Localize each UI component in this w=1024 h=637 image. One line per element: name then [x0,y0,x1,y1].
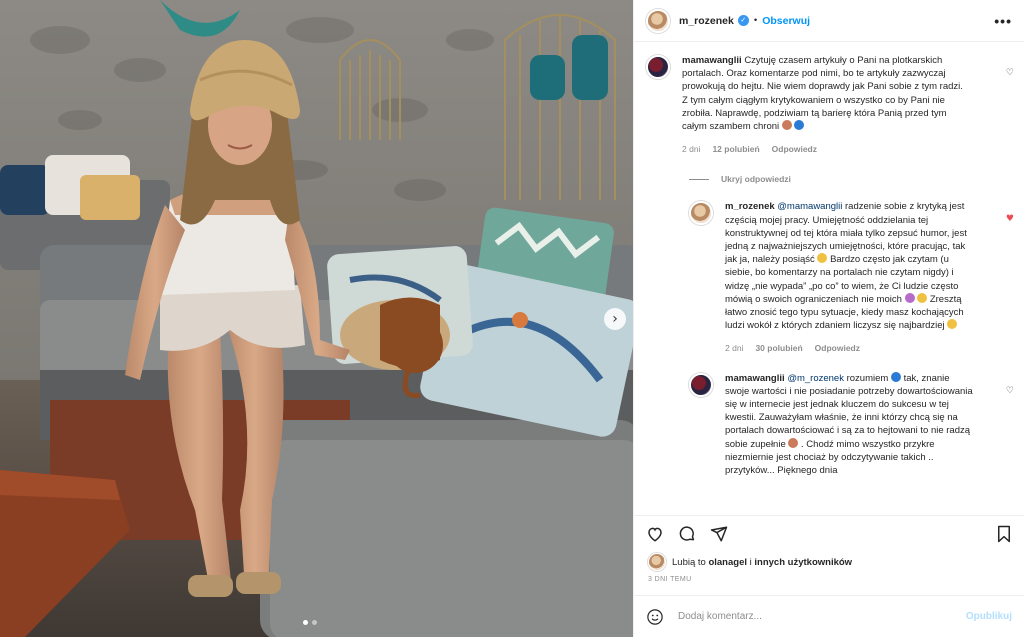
comment-body: mamawanglii Czytuję czasem artykuły o Pa… [682,54,968,156]
comment-mention[interactable]: @mamawanglii [777,201,842,212]
comment-username[interactable]: mamawanglii [725,373,785,384]
emoji-icon[interactable] [646,608,664,626]
likes-prefix: Lubią to [672,556,706,568]
reply-button[interactable]: Odpowiedz [815,342,860,355]
comment: mamawanglii Czytuję czasem artykuły o Pa… [634,54,1024,156]
comment-body: m_rozenek @mamawanglii radzenie sobie z … [725,200,975,355]
likes-line: Lubią to olanagel i innych użytkowników [634,551,1024,573]
carousel-dot [303,620,308,625]
heart-icon[interactable]: ♥ [1006,214,1014,224]
reply: mamawanglii @m_rozenek rozumiem tak, zna… [634,371,1024,478]
comment-username[interactable]: mamawanglii [682,55,742,66]
comment-icon[interactable] [678,525,696,543]
separator-dot: • [753,15,758,26]
hide-replies-button[interactable]: Ukryj odpowiedzi [689,174,1024,184]
commenter-avatar[interactable] [689,201,713,226]
comment-mention[interactable]: @m_rozenek [787,373,844,384]
emoji-icon [890,371,901,382]
emoji-icon [788,437,799,448]
author-avatar[interactable] [646,8,670,33]
comment-likes[interactable]: 30 polubień [755,342,802,355]
post-actions [634,515,1024,551]
share-icon[interactable] [710,525,728,543]
heart-icon[interactable]: ♡ [1006,68,1014,78]
liker-avatar[interactable] [648,553,666,571]
emoji-icon [947,319,958,330]
comments-list[interactable]: mamawanglii Czytuję czasem artykuły o Pa… [634,42,1024,515]
comment-text: rozumiem [846,372,889,384]
divider [689,178,709,180]
likes-mid: i [749,556,752,568]
emoji-icon [817,253,828,264]
commenter-avatar[interactable] [646,55,670,79]
comment-body: mamawanglii @m_rozenek rozumiem tak, zna… [725,371,975,478]
publish-button[interactable]: Opublikuj [966,611,1012,622]
emoji-icon [781,120,792,131]
comment-time[interactable]: 2 dni [725,342,743,355]
post-header: m_rozenek ✓ • Obserwuj ••• [634,0,1024,42]
comment-username[interactable]: m_rozenek [725,201,775,212]
instagram-post-view: › m_rozenek ✓ • Obserwuj ••• mamawanglii… [0,0,1024,637]
liker-username[interactable]: olanagel [708,557,747,568]
comment-input[interactable] [678,611,966,622]
emoji-icon [917,292,928,303]
bookmark-icon[interactable] [996,525,1012,543]
reply: m_rozenek @mamawanglii radzenie sobie z … [634,200,1024,355]
hide-replies-label: Ukryj odpowiedzi [721,174,791,185]
post-photo[interactable]: › [0,0,633,637]
comment-time[interactable]: 2 dni [682,143,700,156]
comment-meta: 2 dni 30 polubień Odpowiedz [725,342,975,355]
photo-scene [0,0,633,637]
more-options-icon[interactable]: ••• [994,13,1012,29]
chevron-right-icon[interactable]: › [604,308,626,330]
comment-text: Czytuję czasem artykuły o Pani na plotka… [682,55,963,133]
emoji-icon [794,120,805,131]
heart-icon[interactable]: ♡ [1006,386,1014,396]
carousel-dot [312,620,317,625]
follow-button[interactable]: Obserwuj [762,15,810,27]
verified-icon: ✓ [737,15,749,26]
comment-meta: 2 dni 12 polubień Odpowiedz [682,143,968,156]
heart-icon[interactable] [646,525,664,543]
reply-button[interactable]: Odpowiedz [772,143,817,156]
commenter-avatar[interactable] [689,372,713,397]
likes-others-link[interactable]: innych użytkowników [754,557,852,568]
comment-likes[interactable]: 12 polubień [712,143,759,156]
add-comment-bar: Opublikuj [634,595,1024,637]
emoji-icon [904,292,915,303]
post-date[interactable]: 3 DNI TEMU [634,573,1024,595]
carousel-dots [303,620,317,625]
post-sidebar: m_rozenek ✓ • Obserwuj ••• mamawanglii C… [633,0,1024,637]
author-username[interactable]: m_rozenek [679,15,734,27]
